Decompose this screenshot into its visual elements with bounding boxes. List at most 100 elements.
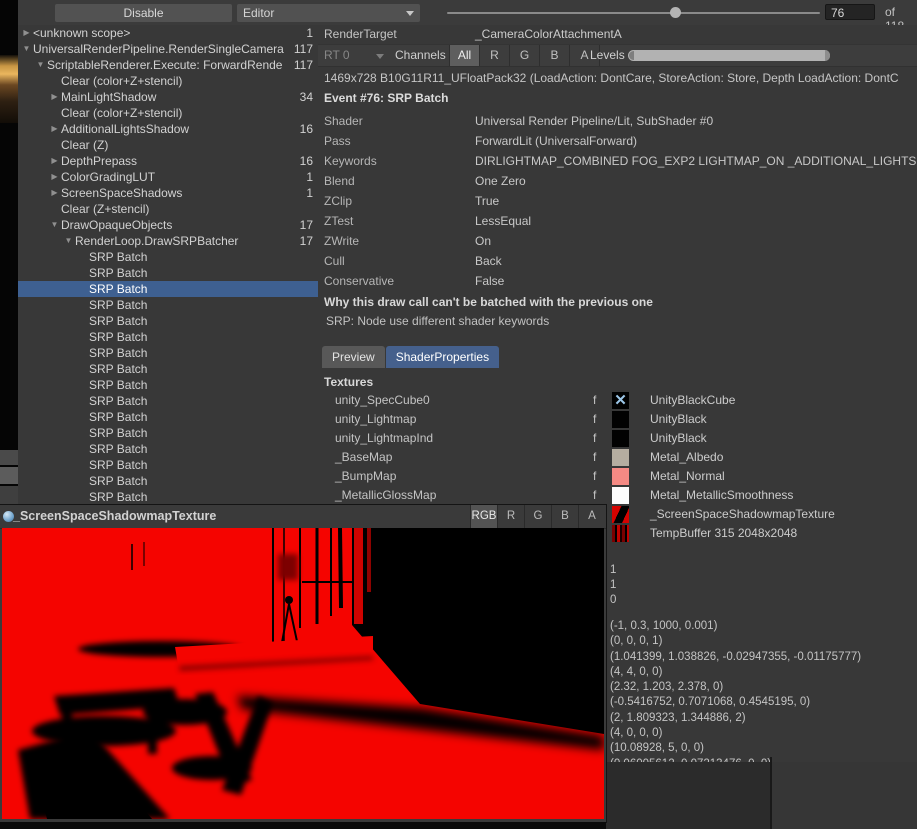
tree-indent xyxy=(18,321,76,322)
texture-thumbnail xyxy=(612,487,629,504)
tree-item[interactable]: SRP Batch xyxy=(18,281,318,297)
tree-item[interactable]: SRP Batch xyxy=(18,425,318,441)
texture-row[interactable]: unity_LightmapfUnityBlack xyxy=(318,410,917,429)
texture-name: _ScreenSpaceShadowmapTexture xyxy=(650,505,835,524)
state-value: True xyxy=(475,191,917,211)
event-number-input[interactable]: 76 xyxy=(825,4,875,20)
tree-item[interactable]: SRP Batch xyxy=(18,393,318,409)
vector-value: (4, 0, 0, 0) xyxy=(610,726,861,741)
tree-item[interactable]: SRP Batch xyxy=(18,265,318,281)
preview-channel-g-button[interactable]: G xyxy=(524,505,551,528)
chevron-right-icon[interactable]: ▶ xyxy=(48,169,61,185)
shader-state-row: ShaderUniversal Render Pipeline/Lit, Sub… xyxy=(318,111,917,131)
channel-all-button[interactable]: All xyxy=(449,45,479,66)
channel-g-button[interactable]: G xyxy=(509,45,539,66)
tree-item[interactable]: SRP Batch xyxy=(18,313,318,329)
tree-item[interactable]: ▶<unknown scope>1 xyxy=(18,25,318,41)
tree-item[interactable]: Clear (Z+stencil) xyxy=(18,201,318,217)
rt-index-dropdown[interactable]: RT 0 xyxy=(324,45,350,66)
levels-range-slider[interactable] xyxy=(628,50,830,61)
render-target-row: RenderTarget _CameraColorAttachmentA xyxy=(318,25,917,44)
chevron-down-icon[interactable]: ▼ xyxy=(34,57,47,73)
disable-button[interactable]: Disable xyxy=(55,4,232,22)
tree-indent xyxy=(18,65,34,66)
tree-item-count: 1 xyxy=(304,169,318,185)
texture-row[interactable]: unity_SpecCube0f✕UnityBlackCube xyxy=(318,391,917,410)
tree-indent xyxy=(18,433,76,434)
vector-value: (10.08928, 5, 0, 0) xyxy=(610,741,861,756)
tree-item[interactable]: SRP Batch xyxy=(18,249,318,265)
chevron-right-icon[interactable]: ▶ xyxy=(48,153,61,169)
preview-titlebar[interactable]: _ScreenSpaceShadowmapTexture RGBRGBA xyxy=(0,505,606,529)
tree-item[interactable]: SRP Batch xyxy=(18,345,318,361)
chevron-down-icon[interactable]: ▼ xyxy=(62,233,75,249)
tree-item-label: SRP Batch xyxy=(89,377,311,393)
chevron-right-icon[interactable]: ▶ xyxy=(48,89,61,105)
tree-item-label: SRP Batch xyxy=(89,361,311,377)
render-target-info: 1469x728 B10G11R11_UFloatPack32 (LoadAct… xyxy=(324,71,916,85)
preview-channel-rgb-button[interactable]: RGB xyxy=(470,505,497,528)
tree-item[interactable]: ▶AdditionalLightsShadow16 xyxy=(18,121,318,137)
tree-indent xyxy=(18,129,48,130)
tree-item[interactable]: SRP Batch xyxy=(18,441,318,457)
tree-item[interactable]: SRP Batch xyxy=(18,409,318,425)
event-slider-track[interactable] xyxy=(447,12,820,14)
event-slider-thumb[interactable] xyxy=(670,7,681,18)
tree-item[interactable]: ▼ScriptableRenderer.Execute: ForwardRend… xyxy=(18,57,318,73)
channel-b-button[interactable]: B xyxy=(539,45,569,66)
tree-item[interactable]: SRP Batch xyxy=(18,473,318,489)
chevron-down-icon[interactable]: ▼ xyxy=(48,217,61,233)
tree-indent xyxy=(18,289,76,290)
channel-buttons: AllRGBA xyxy=(449,45,600,66)
preview-channel-b-button[interactable]: B xyxy=(551,505,578,528)
texture-row[interactable]: _BumpMapfMetal_Normal xyxy=(318,467,917,486)
chevron-right-icon[interactable]: ▶ xyxy=(48,185,61,201)
tree-item[interactable]: ▶ColorGradingLUT1 xyxy=(18,169,318,185)
tree-item-label: SRP Batch xyxy=(89,409,311,425)
tree-item[interactable]: SRP Batch xyxy=(18,489,318,505)
window-edge xyxy=(0,822,606,829)
state-label: Cull xyxy=(318,251,475,271)
tree-indent xyxy=(18,81,48,82)
texture-row[interactable]: unity_LightmapIndfUnityBlack xyxy=(318,429,917,448)
chevron-right-icon[interactable]: ▶ xyxy=(20,25,33,41)
state-label: Blend xyxy=(318,171,475,191)
tree-item[interactable]: SRP Batch xyxy=(18,377,318,393)
tree-item[interactable]: ▶DepthPrepass16 xyxy=(18,153,318,169)
float-values-column: 110 xyxy=(610,563,616,608)
tree-item[interactable]: SRP Batch xyxy=(18,361,318,377)
chevron-down-icon[interactable]: ▼ xyxy=(20,41,33,57)
shadowmap-preview-window: _ScreenSpaceShadowmapTexture RGBRGBA xyxy=(0,505,606,822)
tree-item[interactable]: ▼RenderLoop.DrawSRPBatcher17 xyxy=(18,233,318,249)
tree-item[interactable]: SRP Batch xyxy=(18,297,318,313)
shader-state-row: ConservativeFalse xyxy=(318,271,917,291)
tree-item[interactable]: Clear (color+Z+stencil) xyxy=(18,105,318,121)
detail-tabs: PreviewShaderProperties xyxy=(322,346,499,368)
tree-item[interactable]: ▶MainLightShadow34 xyxy=(18,89,318,105)
tree-item[interactable]: Clear (color+Z+stencil) xyxy=(18,73,318,89)
tree-item[interactable]: SRP Batch xyxy=(18,329,318,345)
tab-shaderproperties[interactable]: ShaderProperties xyxy=(386,346,499,368)
tree-item[interactable]: SRP Batch xyxy=(18,457,318,473)
background-block xyxy=(0,486,18,505)
texture-property: unity_SpecCube0 xyxy=(318,391,593,410)
tree-item[interactable]: ▼DrawOpaqueObjects17 xyxy=(18,217,318,233)
tree-item-label: ColorGradingLUT xyxy=(61,169,304,185)
texture-row[interactable]: _BaseMapfMetal_Albedo xyxy=(318,448,917,467)
tree-item[interactable]: Clear (Z) xyxy=(18,137,318,153)
chevron-right-icon[interactable]: ▶ xyxy=(48,121,61,137)
preview-channel-a-button[interactable]: A xyxy=(578,505,605,528)
tree-item[interactable]: ▶ScreenSpaceShadows1 xyxy=(18,185,318,201)
tree-item-label: SRP Batch xyxy=(89,297,311,313)
preview-channel-r-button[interactable]: R xyxy=(497,505,524,528)
background-block xyxy=(0,467,18,484)
target-selector-dropdown[interactable]: Editor xyxy=(237,4,420,22)
tree-indent xyxy=(18,161,48,162)
tree-item[interactable]: ▼UniversalRenderPipeline.RenderSingleCam… xyxy=(18,41,318,57)
texture-property: unity_Lightmap xyxy=(318,410,593,429)
channel-r-button[interactable]: R xyxy=(479,45,509,66)
tree-indent xyxy=(18,385,76,386)
tab-preview[interactable]: Preview xyxy=(322,346,385,368)
texture-row[interactable]: _MetallicGlossMapfMetal_MetallicSmoothne… xyxy=(318,486,917,505)
tree-indent xyxy=(18,241,62,242)
